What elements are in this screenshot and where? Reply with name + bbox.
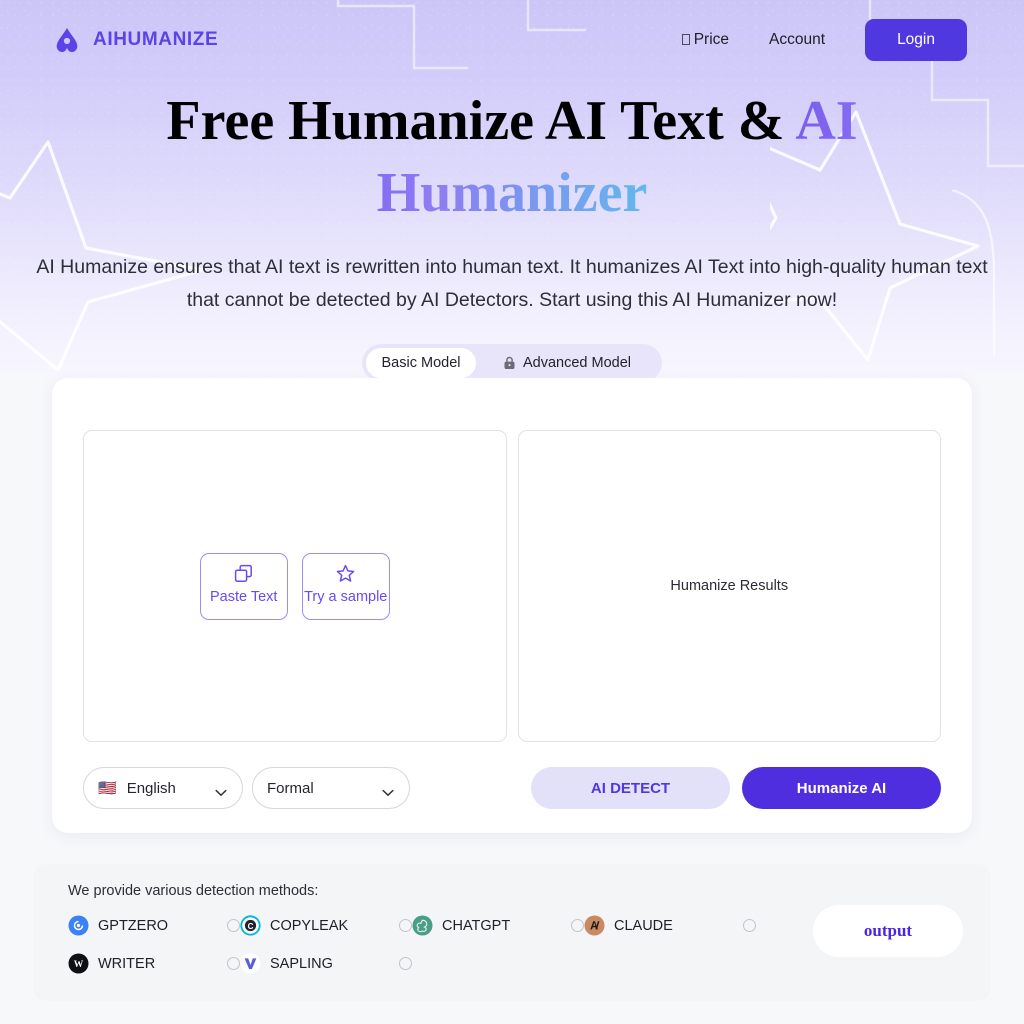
brand-logo[interactable]: AIHUMANIZE [52, 25, 218, 55]
detector-gptzero-label: GPTZERO [98, 917, 169, 934]
tone-select-value: Formal [267, 779, 314, 797]
detector-sapling[interactable]: SAPLING [240, 953, 412, 974]
copy-paste-icon [234, 564, 253, 583]
paste-text-label: Paste Text [210, 588, 278, 605]
try-sample-label: Try a sample [304, 588, 388, 605]
model-option-advanced[interactable]: Advanced Model [476, 348, 658, 378]
detector-copyleak-radio[interactable] [399, 919, 412, 932]
model-option-basic[interactable]: Basic Model [366, 347, 476, 378]
input-pane[interactable]: Paste Text Try a sample [83, 430, 507, 742]
chevron-down-icon [382, 784, 394, 797]
claude-icon [584, 915, 605, 936]
humanize-ai-button[interactable]: Humanize AI [742, 767, 941, 809]
detector-chatgpt[interactable]: CHATGPT [412, 915, 584, 936]
detector-claude-label: CLAUDE [614, 917, 673, 934]
detection-methods-grid: GPTZERO C COPYLEAK CHATGPT CLAUDE W WRIT… [68, 915, 768, 974]
chevron-down-icon [215, 784, 227, 797]
nav-links: Price Account Login [662, 19, 967, 61]
us-flag-icon: 🇺🇸 [98, 779, 117, 797]
detector-gptzero-radio[interactable] [227, 919, 240, 932]
svg-text:C: C [248, 922, 254, 931]
detection-methods-section: We provide various detection methods: GP… [33, 864, 991, 1001]
page-subtitle: AI Humanize ensures that AI text is rewr… [36, 256, 988, 312]
svg-text:W: W [74, 960, 84, 970]
model-option-advanced-label: Advanced Model [522, 354, 631, 371]
detector-writer-label: WRITER [98, 955, 156, 972]
tone-select[interactable]: Formal [252, 767, 410, 809]
language-select[interactable]: 🇺🇸 English [83, 767, 243, 809]
paste-text-button[interactable]: Paste Text [199, 552, 288, 620]
page-title: Free Humanize AI Text & AI Humanizer [0, 86, 1024, 229]
gptzero-icon [68, 915, 89, 936]
humanizer-card: Paste Text Try a sample Humanize Results [52, 378, 972, 833]
editor-panes: Paste Text Try a sample Humanize Results [83, 430, 941, 742]
detector-copyleak-label: COPYLEAK [270, 917, 349, 934]
headline-plain: Free Humanize AI Text & [166, 90, 796, 152]
input-pane-actions: Paste Text Try a sample [84, 431, 506, 741]
aihumanize-logo-icon [52, 25, 82, 55]
detector-sapling-radio[interactable] [399, 957, 412, 970]
writer-icon: W [68, 953, 89, 974]
nav-item-price-label: Price [693, 31, 730, 48]
detection-methods-title: We provide various detection methods: [68, 883, 319, 899]
login-button[interactable]: Login [865, 19, 967, 61]
missing-glyph-icon [681, 34, 690, 45]
detector-gptzero[interactable]: GPTZERO [68, 915, 240, 936]
detector-writer[interactable]: W WRITER [68, 953, 240, 974]
copyleaks-icon: C [240, 915, 261, 936]
sapling-icon [240, 953, 261, 974]
detector-chatgpt-radio[interactable] [571, 919, 584, 932]
chatgpt-icon [412, 915, 433, 936]
detector-claude-radio[interactable] [743, 919, 756, 932]
model-option-basic-label: Basic Model [381, 354, 461, 371]
action-buttons: AI DETECT Humanize AI [531, 767, 941, 809]
top-navigation-bar: AIHUMANIZE Price Account Login [0, 0, 1024, 80]
output-button[interactable]: output [813, 905, 963, 957]
language-select-value: English [126, 779, 176, 797]
detector-claude[interactable]: CLAUDE [584, 915, 756, 936]
hero-section: AIHUMANIZE Price Account Login Free Huma… [0, 0, 1024, 378]
nav-item-account[interactable]: Account [749, 31, 845, 49]
ai-detect-button[interactable]: AI DETECT [531, 767, 730, 809]
detector-copyleak[interactable]: C COPYLEAK [240, 915, 412, 936]
output-pane-placeholder: Humanize Results [519, 431, 941, 741]
detector-sapling-label: SAPLING [270, 955, 333, 972]
model-toggle: Basic Model Advanced Model [362, 343, 662, 378]
editor-controls: 🇺🇸 English Formal AI DETECT Humanize AI [83, 767, 941, 809]
detector-writer-radio[interactable] [227, 957, 240, 970]
output-pane[interactable]: Humanize Results [517, 430, 941, 742]
try-sample-button[interactable]: Try a sample [301, 552, 390, 620]
lock-icon [503, 356, 516, 370]
detector-chatgpt-label: CHATGPT [442, 917, 511, 934]
brand-name: AIHUMANIZE [93, 29, 219, 50]
humanize-results-label: Humanize Results [670, 578, 789, 594]
nav-item-price[interactable]: Price [662, 31, 749, 49]
star-icon [336, 564, 355, 583]
